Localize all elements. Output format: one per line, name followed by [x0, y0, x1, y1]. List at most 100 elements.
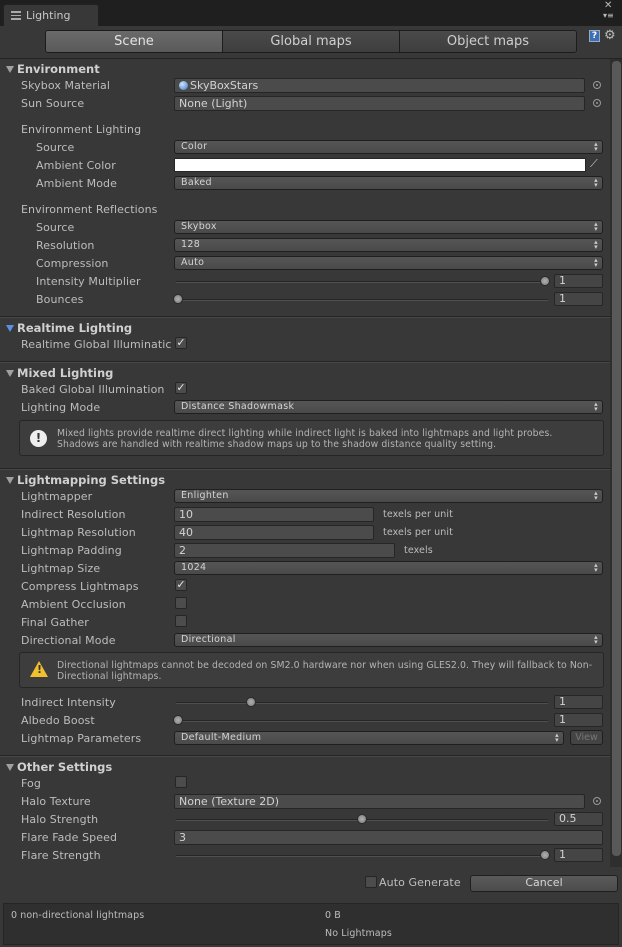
dropdown-arrow-icon: ▴ ▾: [594, 400, 598, 413]
eyedropper-icon[interactable]: ⟋: [590, 157, 598, 171]
halo-strength-slider-thumb[interactable]: [357, 814, 367, 824]
tab-scene[interactable]: Scene: [46, 31, 223, 52]
lightmap-padding-label: Lightmap Padding: [21, 544, 122, 557]
reflection-resolution-label: Resolution: [36, 239, 95, 252]
vertical-scrollbar-thumb[interactable]: [612, 61, 621, 856]
window-menu-icon[interactable]: ▾≡: [603, 11, 614, 20]
dropdown-arrow-icon: ▴ ▾: [594, 489, 598, 502]
object-picker-icon[interactable]: [593, 99, 601, 107]
lightmap-status: No Lightmaps: [325, 928, 392, 939]
reflection-compression-dropdown[interactable]: Auto ▴ ▾: [174, 256, 603, 270]
realtime-gi-checkbox[interactable]: ✓: [175, 337, 187, 349]
final-gather-label: Final Gather: [21, 616, 89, 629]
ambient-mode-value: Baked: [181, 177, 212, 188]
halo-texture-field[interactable]: None (Texture 2D): [174, 794, 585, 809]
indirect-intensity-field[interactable]: 1: [554, 695, 603, 709]
environment-foldout-icon[interactable]: [6, 66, 14, 73]
dropdown-arrow-icon: ▴ ▾: [594, 220, 598, 233]
auto-generate-checkbox[interactable]: [365, 876, 377, 888]
object-picker-icon[interactable]: [593, 797, 601, 805]
fog-checkbox[interactable]: [175, 776, 187, 788]
albedo-boost-label: Albedo Boost: [21, 714, 95, 727]
sun-source-value: None (Light): [179, 97, 248, 110]
flare-fade-speed-field[interactable]: 3: [174, 830, 603, 845]
indirect-intensity-slider-thumb[interactable]: [246, 697, 256, 707]
lightmap-parameters-dropdown[interactable]: Default-Medium ▴ ▾: [174, 731, 564, 745]
albedo-boost-slider[interactable]: [176, 720, 548, 722]
realtime-lighting-header[interactable]: Realtime Lighting: [17, 321, 132, 335]
indirect-intensity-slider[interactable]: [176, 702, 548, 704]
intensity-multiplier-label: Intensity Multiplier: [36, 275, 141, 288]
lightmapping-settings-header[interactable]: Lightmapping Settings: [17, 473, 165, 487]
object-picker-icon[interactable]: [593, 81, 601, 89]
lightmap-resolution-field[interactable]: 40: [174, 525, 374, 540]
sun-source-label: Sun Source: [21, 97, 85, 110]
environment-header[interactable]: Environment: [17, 62, 100, 76]
reflection-source-dropdown[interactable]: Skybox ▴ ▾: [174, 220, 603, 234]
halo-texture-label: Halo Texture: [21, 795, 91, 808]
bounces-field[interactable]: 1: [554, 292, 603, 306]
intensity-multiplier-slider[interactable]: [176, 281, 548, 283]
final-gather-checkbox[interactable]: [175, 615, 187, 627]
env-lighting-source-dropdown[interactable]: Color ▴ ▾: [174, 140, 603, 154]
help-book-icon[interactable]: ?: [589, 30, 600, 42]
realtime-foldout-icon[interactable]: [6, 325, 14, 332]
intensity-multiplier-field[interactable]: 1: [554, 274, 603, 288]
settings-scroll-area: Environment Skybox Material SkyBoxStars …: [0, 59, 610, 867]
info-icon: !: [30, 430, 47, 447]
lightmapper-dropdown[interactable]: Enlighten ▴ ▾: [174, 489, 603, 503]
lightmapping-foldout-icon[interactable]: [6, 477, 14, 484]
lightmap-size-dropdown[interactable]: 1024 ▴ ▾: [174, 561, 603, 575]
skybox-material-field[interactable]: SkyBoxStars: [174, 78, 585, 93]
view-parameters-button[interactable]: View: [570, 730, 603, 745]
sun-source-field[interactable]: None (Light): [174, 96, 585, 111]
ambient-color-swatch[interactable]: [174, 158, 586, 172]
baked-gi-checkbox[interactable]: ✓: [175, 382, 187, 394]
halo-strength-field[interactable]: 0.5: [554, 812, 603, 826]
directional-mode-dropdown[interactable]: Directional ▴ ▾: [174, 633, 603, 647]
lighting-mode-label: Lighting Mode: [21, 401, 101, 414]
dropdown-arrow-icon: ▴ ▾: [594, 561, 598, 574]
flare-strength-slider-thumb[interactable]: [540, 850, 550, 860]
ambient-mode-dropdown[interactable]: Baked ▴ ▾: [174, 176, 603, 190]
close-icon[interactable]: ✕: [604, 0, 612, 11]
dropdown-arrow-icon: ▴ ▾: [594, 633, 598, 646]
lighting-tab[interactable]: Lighting: [3, 4, 99, 26]
flare-strength-slider[interactable]: [176, 855, 548, 857]
fog-label: Fog: [21, 777, 41, 790]
mixed-lighting-header[interactable]: Mixed Lighting: [17, 366, 113, 380]
ambient-occlusion-label: Ambient Occlusion: [21, 598, 126, 611]
cancel-button[interactable]: Cancel: [470, 875, 618, 892]
dropdown-arrow-icon: ▴ ▾: [594, 176, 598, 189]
albedo-boost-field[interactable]: 1: [554, 713, 603, 727]
compress-lightmaps-label: Compress Lightmaps: [21, 580, 139, 593]
auto-generate-label: Auto Generate: [379, 876, 461, 889]
tab-object-maps[interactable]: Object maps: [400, 31, 576, 52]
ambient-occlusion-checkbox[interactable]: [175, 597, 187, 609]
reflection-resolution-dropdown[interactable]: 128 ▴ ▾: [174, 238, 603, 252]
reflection-source-label: Source: [36, 221, 75, 234]
albedo-boost-slider-thumb[interactable]: [173, 715, 183, 725]
intensity-multiplier-slider-thumb[interactable]: [540, 276, 550, 286]
lightmap-padding-field[interactable]: 2: [174, 543, 395, 558]
lighting-tab-title: Lighting: [26, 9, 71, 22]
indirect-resolution-field[interactable]: 10: [174, 507, 374, 522]
other-foldout-icon[interactable]: [6, 764, 14, 771]
lightmapper-value: Enlighten: [181, 490, 229, 501]
lightmap-size-value: 1024: [181, 562, 207, 573]
window-tab-strip: Lighting ✕ ▾≡: [0, 0, 622, 26]
gear-icon[interactable]: ⚙: [604, 28, 616, 43]
flare-strength-field[interactable]: 1: [554, 848, 603, 862]
other-settings-header[interactable]: Other Settings: [17, 760, 112, 774]
bounces-slider[interactable]: [176, 299, 548, 301]
bounces-slider-thumb[interactable]: [173, 294, 183, 304]
compress-lightmaps-checkbox[interactable]: ✓: [175, 579, 187, 591]
dropdown-arrow-icon: ▴ ▾: [594, 256, 598, 269]
bounces-label: Bounces: [36, 293, 84, 306]
ambient-mode-label: Ambient Mode: [36, 177, 117, 190]
lightmap-parameters-label: Lightmap Parameters: [21, 732, 142, 745]
lighting-window: Lighting ✕ ▾≡ Scene Global maps Object m…: [0, 0, 622, 947]
tab-global-maps[interactable]: Global maps: [223, 31, 400, 52]
lighting-mode-dropdown[interactable]: Distance Shadowmask ▴ ▾: [174, 400, 603, 414]
mixed-foldout-icon[interactable]: [6, 370, 14, 377]
